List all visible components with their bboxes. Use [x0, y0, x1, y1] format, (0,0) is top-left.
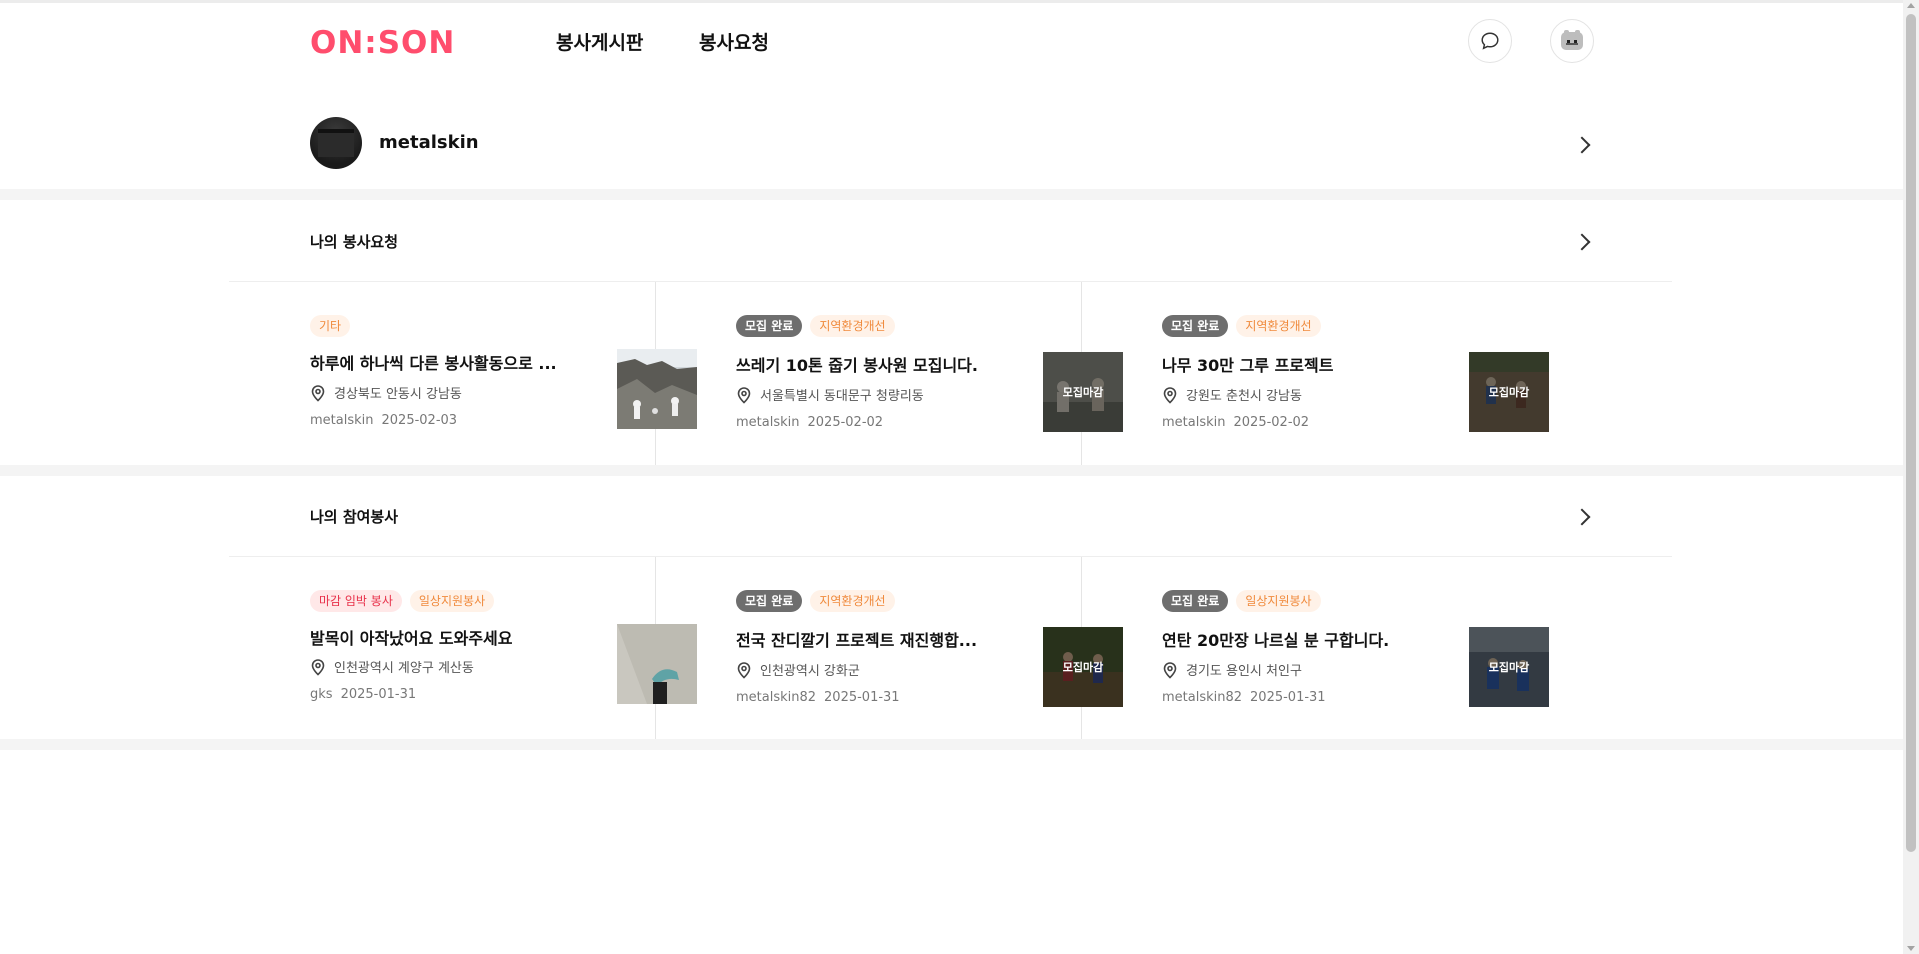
card-title: 연탄 20만장 나르실 분 구합니다.: [1162, 631, 1390, 650]
participation-card-2[interactable]: 모집 완료 지역환경개선 전국 잔디깔기 프로젝트 재진행합... 인천광역시 …: [655, 557, 1123, 741]
card-tags: 모집 완료 지역환경개선: [1162, 315, 1321, 337]
card-title: 발목이 아작났어요 도와주세요: [310, 629, 513, 648]
card-location: 서울특별시 동대문구 청량리동: [736, 385, 924, 404]
location-pin-icon: [311, 658, 325, 676]
card-date: 2025-02-03: [381, 413, 458, 428]
location-pin-icon: [1163, 661, 1177, 679]
chat-bubble-icon: [1481, 32, 1499, 50]
request-card-2[interactable]: 모집 완료 지역환경개선 쓰레기 10톤 줍기 봉사원 모집니다. 서울특별시 …: [655, 282, 1123, 466]
category-tag: 지역환경개선: [810, 590, 895, 612]
card-date: 2025-01-31: [1250, 690, 1326, 705]
location-pin-icon: [737, 386, 751, 404]
card-title: 쓰레기 10톤 줍기 봉사원 모집니다.: [736, 356, 978, 375]
section-title-my-requests: 나의 봉사요청: [310, 233, 399, 251]
card-title: 전국 잔디깔기 프로젝트 재진행합...: [736, 631, 978, 650]
card-meta: gks 2025-01-31: [310, 687, 416, 702]
card-tags: 모집 완료 지역환경개선: [736, 590, 895, 612]
category-tag: 일상지원봉사: [409, 590, 495, 612]
scrollbar-thumb[interactable]: [1906, 14, 1916, 852]
nav-volunteer-board[interactable]: 봉사게시판: [556, 28, 643, 55]
card-date: 2025-02-02: [1233, 415, 1310, 430]
closed-overlay-text: 모집마감: [1488, 386, 1530, 399]
card-tags: 기타: [310, 315, 351, 337]
card-location: 인천광역시 계양구 계산동: [310, 657, 474, 676]
card-meta: metalskin82 2025-01-31: [736, 690, 900, 705]
participation-card-1[interactable]: 마감 임박 봉사 일상지원봉사 발목이 아작났어요 도와주세요 인천광역시 계양…: [229, 557, 697, 741]
card-author: metalskin: [736, 415, 800, 430]
card-thumbnail: 모집마감: [1469, 352, 1549, 432]
location-text: 인천광역시 계양구 계산동: [334, 661, 474, 676]
site-header: ON:SON 봉사게시판 봉사요청: [0, 3, 1903, 77]
request-card-3[interactable]: 모집 완료 지역환경개선 나무 30만 그루 프로젝트 강원도 춘천시 강남동 …: [1081, 282, 1549, 466]
status-tag: 모집 완료: [1162, 590, 1229, 612]
my-requests-chevron-right-icon[interactable]: [1573, 233, 1591, 251]
card-author: metalskin: [310, 413, 374, 428]
location-text: 강원도 춘천시 강남동: [1186, 389, 1302, 404]
status-tag: 모집 완료: [736, 590, 803, 612]
card-author: metalskin82: [1162, 690, 1243, 705]
my-participation-chevron-right-icon[interactable]: [1573, 508, 1591, 526]
profile-chevron-right-icon[interactable]: [1573, 136, 1591, 154]
scroll-up-arrow-icon[interactable]: [1907, 3, 1915, 8]
section-divider: [0, 465, 1903, 476]
card-author: metalskin82: [736, 690, 817, 705]
status-tag: 모집 완료: [1162, 315, 1229, 337]
card-tags: 모집 완료 지역환경개선: [736, 315, 895, 337]
site-logo[interactable]: ON:SON: [310, 25, 455, 61]
card-date: 2025-01-31: [824, 690, 900, 705]
location-text: 서울특별시 동대문구 청량리동: [760, 389, 924, 404]
closed-overlay: 모집마감: [1469, 352, 1549, 432]
card-date: 2025-02-02: [807, 415, 884, 430]
category-tag: 지역환경개선: [1236, 315, 1321, 337]
request-card-1[interactable]: 기타 하루에 하나씩 다른 봉사활동으로 ... 경상북도 안동시 강남동 me…: [229, 282, 697, 466]
card-author: gks: [310, 687, 333, 702]
card-location: 경기도 용인시 처인구: [1162, 660, 1302, 679]
card-location: 강원도 춘천시 강남동: [1162, 385, 1302, 404]
user-avatar-button[interactable]: [1550, 19, 1594, 63]
section-divider: [0, 739, 1903, 750]
location-text: 인천광역시 강화군: [760, 664, 860, 679]
card-meta: metalskin 2025-02-03: [310, 413, 457, 428]
participation-card-3[interactable]: 모집 완료 일상지원봉사 연탄 20만장 나르실 분 구합니다. 경기도 용인시…: [1081, 557, 1549, 741]
category-tag: 지역환경개선: [810, 315, 895, 337]
status-tag: 모집 완료: [736, 315, 803, 337]
card-title: 나무 30만 그루 프로젝트: [1162, 356, 1334, 375]
location-pin-icon: [737, 661, 751, 679]
profile-row[interactable]: metalskin: [0, 110, 1903, 178]
card-thumbnail: 모집마감: [1469, 627, 1549, 707]
profile-username: metalskin: [379, 132, 479, 153]
page-scrollbar[interactable]: [1903, 0, 1919, 954]
location-text: 경상북도 안동시 강남동: [334, 387, 462, 402]
card-tags: 모집 완료 일상지원봉사: [1162, 590, 1321, 612]
chat-button[interactable]: [1468, 19, 1512, 63]
location-pin-icon: [311, 384, 325, 402]
urgent-tag: 마감 임박 봉사: [310, 590, 402, 612]
category-tag: 일상지원봉사: [1236, 590, 1321, 612]
closed-overlay: 모집마감: [1469, 627, 1549, 707]
card-location: 경상북도 안동시 강남동: [310, 383, 462, 402]
closed-overlay-text: 모집마감: [1488, 661, 1530, 674]
card-meta: metalskin 2025-02-02: [1162, 415, 1309, 430]
card-author: metalskin: [1162, 415, 1226, 430]
card-title: 하루에 하나씩 다른 봉사활동으로 ...: [310, 354, 557, 373]
card-date: 2025-01-31: [340, 687, 417, 702]
user-avatar-icon: [1561, 30, 1583, 50]
card-meta: metalskin 2025-02-02: [736, 415, 883, 430]
category-tag: 기타: [310, 315, 351, 337]
card-meta: metalskin82 2025-01-31: [1162, 690, 1326, 705]
nav-volunteer-request[interactable]: 봉사요청: [699, 28, 769, 55]
profile-avatar: [310, 117, 362, 169]
scroll-down-arrow-icon[interactable]: [1907, 946, 1915, 951]
location-text: 경기도 용인시 처인구: [1186, 664, 1302, 679]
section-divider: [0, 189, 1903, 200]
location-pin-icon: [1163, 386, 1177, 404]
card-location: 인천광역시 강화군: [736, 660, 860, 679]
card-tags: 마감 임박 봉사 일상지원봉사: [310, 590, 495, 612]
section-title-my-participation: 나의 참여봉사: [310, 508, 399, 526]
